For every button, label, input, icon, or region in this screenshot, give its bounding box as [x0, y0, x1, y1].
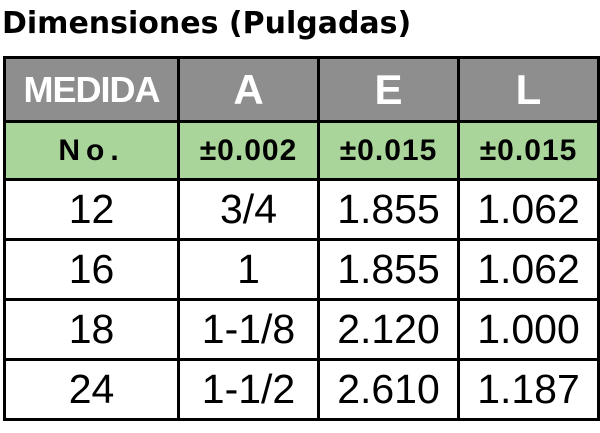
header-medida: MEDIDA — [3, 56, 180, 123]
header-e: E — [317, 56, 460, 123]
header-l: L — [457, 56, 600, 123]
cell-l: 1.062 — [457, 238, 600, 301]
cell-a: 3/4 — [177, 178, 320, 241]
table-subheader-row: No. ±0.002 ±0.015 ±0.015 — [3, 120, 600, 181]
cell-e: 2.120 — [317, 298, 460, 361]
cell-a: 1-1/8 — [177, 298, 320, 361]
cell-l: 1.062 — [457, 178, 600, 241]
cell-e: 2.610 — [317, 358, 460, 421]
dimensions-table: MEDIDA A E L No. ±0.002 ±0.015 ±0.015 12… — [3, 56, 600, 421]
page-title: Dimensiones (Pulgadas) — [2, 6, 412, 41]
cell-medida: 18 — [3, 298, 180, 361]
cell-l: 1.187 — [457, 358, 600, 421]
cell-e: 1.855 — [317, 238, 460, 301]
subheader-tolerance-l: ±0.015 — [457, 120, 600, 181]
cell-medida: 16 — [3, 238, 180, 301]
table-row: 12 3/4 1.855 1.062 — [3, 178, 600, 241]
header-a: A — [177, 56, 320, 123]
cell-l: 1.000 — [457, 298, 600, 361]
cell-e: 1.855 — [317, 178, 460, 241]
cell-medida: 24 — [3, 358, 180, 421]
table-row: 16 1 1.855 1.062 — [3, 238, 600, 301]
subheader-number: No. — [3, 120, 180, 181]
table-header-row: MEDIDA A E L — [3, 56, 600, 123]
cell-medida: 12 — [3, 178, 180, 241]
table-row: 24 1-1/2 2.610 1.187 — [3, 358, 600, 421]
subheader-tolerance-e: ±0.015 — [317, 120, 460, 181]
cell-a: 1 — [177, 238, 320, 301]
cell-a: 1-1/2 — [177, 358, 320, 421]
table-row: 18 1-1/8 2.120 1.000 — [3, 298, 600, 361]
subheader-tolerance-a: ±0.002 — [177, 120, 320, 181]
